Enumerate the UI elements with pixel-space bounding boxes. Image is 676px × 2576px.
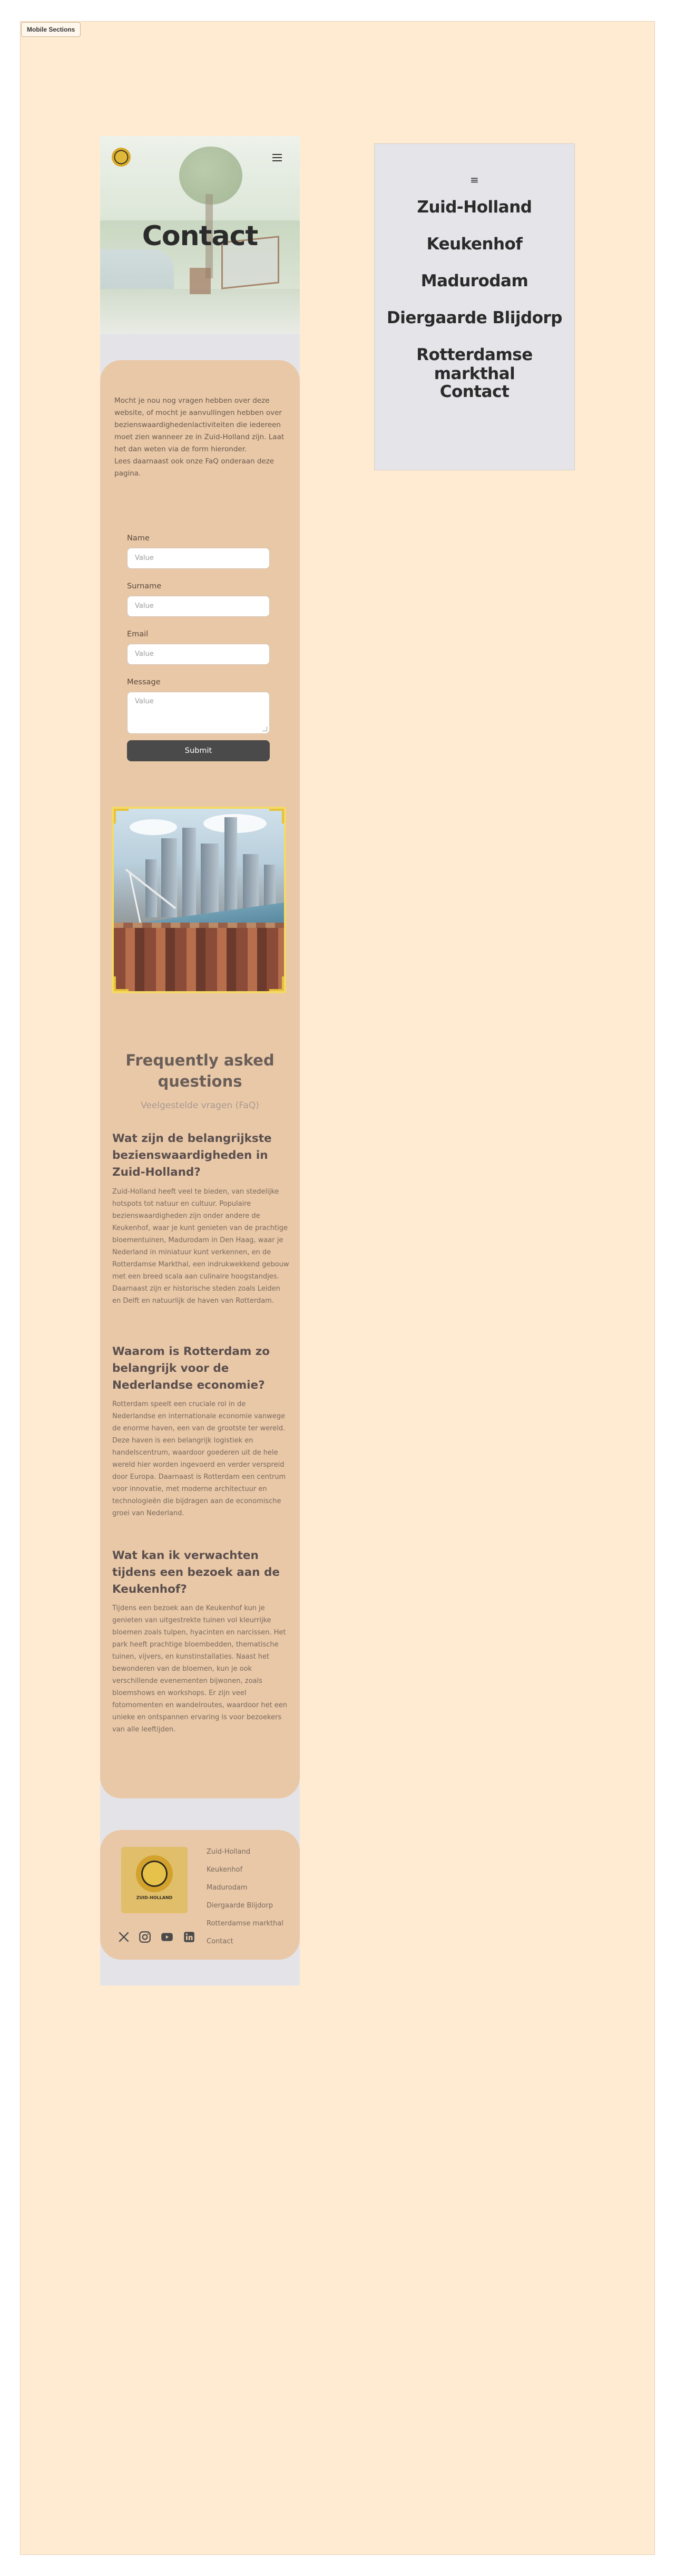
- faq-answer: Rotterdam speelt een cruciale rol in de …: [112, 1400, 286, 1517]
- hero-banner: Contact: [100, 136, 300, 334]
- message-textarea[interactable]: Value: [127, 692, 270, 734]
- nav-item-diergaarde-blijdorp[interactable]: Diergaarde Blijdorp: [375, 308, 574, 327]
- faq-question: Wat kan ik verwachten tijdens een bezoek…: [112, 1549, 280, 1596]
- youtube-icon[interactable]: [160, 1930, 174, 1944]
- footer-link-rotterdamse-markthal[interactable]: Rotterdamse markthal: [207, 1919, 296, 1936]
- faq-subtitle: Veelgestelde vragen (FaQ): [141, 1100, 259, 1111]
- footer-link-diergaarde-blijdorp[interactable]: Diergaarde Blijdorp: [207, 1901, 296, 1919]
- linkedin-icon[interactable]: [182, 1930, 196, 1944]
- page-title: Contact: [142, 220, 259, 252]
- surname-label: Surname: [127, 582, 162, 590]
- submit-button[interactable]: Submit: [127, 740, 270, 761]
- footer-link-contact[interactable]: Contact: [207, 1936, 296, 1954]
- name-label: Name: [127, 534, 150, 543]
- footer-link-madurodam[interactable]: Madurodam: [207, 1883, 296, 1901]
- faq-question: Waarom is Rotterdam zo belangrijk voor d…: [112, 1345, 270, 1392]
- nav-item-rotterdamse-markthal[interactable]: Rotterdamse markthal: [375, 345, 574, 383]
- name-input[interactable]: Value: [127, 548, 270, 569]
- email-input[interactable]: Value: [127, 644, 270, 665]
- nav-item-keukenhof[interactable]: Keukenhof: [375, 235, 574, 254]
- faq-answer: Tijdens een bezoek aan de Keukenhof kun …: [112, 1604, 288, 1734]
- rotterdam-image: [112, 807, 286, 993]
- footer-link-zuid-holland[interactable]: Zuid-Holland: [207, 1847, 296, 1865]
- x-icon[interactable]: [117, 1930, 131, 1944]
- intro-text: Mocht je nou nog vragen hebben over deze…: [114, 396, 285, 478]
- footer-logo-text: ZUID-HOLLAND: [136, 1895, 173, 1900]
- social-links: [117, 1930, 201, 1946]
- message-label: Message: [127, 678, 161, 686]
- email-label: Email: [127, 630, 149, 638]
- nav-item-zuid-holland[interactable]: Zuid-Holland: [375, 198, 574, 217]
- surname-input[interactable]: Value: [127, 596, 270, 617]
- hamburger-menu-icon[interactable]: [272, 154, 282, 161]
- section-tag[interactable]: Mobile Sections: [21, 22, 81, 37]
- footer: ZUID-HOLLAND Zuid-Holland Keukenhof Madu…: [100, 1830, 300, 1960]
- content-card: Mocht je nou nog vragen hebben over deze…: [100, 360, 300, 1798]
- nav-item-contact[interactable]: Contact: [375, 382, 574, 401]
- faq-title: Frequently asked questions: [125, 1051, 275, 1090]
- nav-item-madurodam[interactable]: Madurodam: [375, 272, 574, 290]
- menu-icon[interactable]: ≡: [375, 173, 574, 186]
- footer-links: Zuid-Holland Keukenhof Madurodam Diergaa…: [207, 1847, 296, 1954]
- faq-question: Wat zijn de belangrijkste bezienswaardig…: [112, 1132, 272, 1179]
- site-logo[interactable]: [112, 148, 131, 167]
- footer-logo[interactable]: ZUID-HOLLAND: [121, 1847, 188, 1913]
- mobile-page: Contact Mocht je nou nog vragen hebben o…: [100, 136, 300, 1986]
- contact-form: Name Value Surname Value Email Value Mes…: [127, 534, 270, 761]
- faq-answer: Zuid-Holland heeft veel te bieden, van s…: [112, 1188, 289, 1305]
- instagram-icon[interactable]: [138, 1930, 152, 1944]
- nav-menu-panel: ≡ Zuid-Holland Keukenhof Madurodam Dierg…: [374, 143, 575, 470]
- footer-link-keukenhof[interactable]: Keukenhof: [207, 1865, 296, 1883]
